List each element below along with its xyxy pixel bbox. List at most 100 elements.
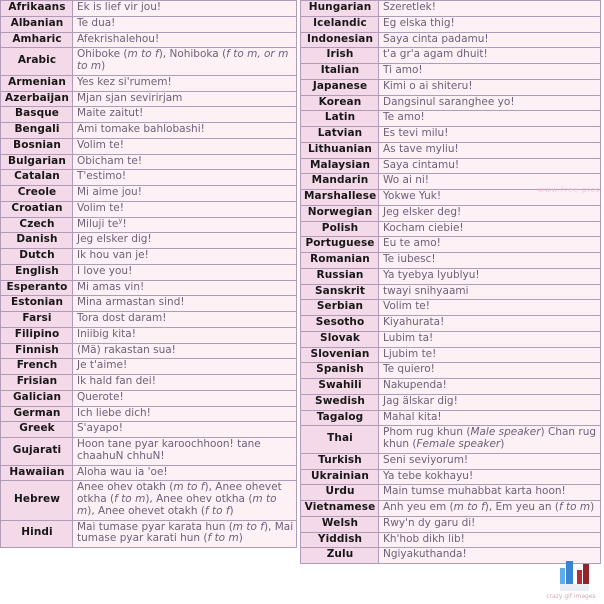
phrase-cell: As tave myliu! (378, 141, 601, 159)
language-name-cell: Yiddish (300, 531, 379, 549)
language-name-cell: Sesotho (300, 315, 379, 332)
language-name-cell: Frisian (0, 374, 73, 391)
table-row: French Je t'aime! (0, 358, 297, 375)
phrase-cell: Mahal kita! (378, 409, 601, 427)
table-row: Sesotho Kiyahurata! (300, 315, 601, 332)
language-name-cell: Hebrew (0, 480, 73, 521)
language-name-cell: Creole (0, 185, 73, 202)
phrase-cell: Je t'aime! (72, 358, 297, 375)
table-row: Slovenian Ljubim te! (300, 346, 601, 364)
language-name-cell: Esperanto (0, 279, 73, 297)
phrase-cell: Ich liebe dich! (72, 405, 297, 423)
table-row: Swedish Jag älskar dig! (300, 393, 601, 411)
phrase-cell: Jag älskar dig! (378, 393, 601, 411)
table-row: Polish Kocham ciebie! (300, 220, 601, 238)
language-table-right-body: Hungarian Szeretlek! Icelandic Eg elska thi… (300, 0, 601, 564)
table-row: Vietnamese Anh yeu em (m to f), Em yeu an… (300, 500, 601, 517)
phrase-cell: Ya tebe kokhayu! (378, 468, 601, 486)
phrase-cell: Ik hou van je! (72, 248, 297, 265)
table-row: Estonian Mina armastan sind! (0, 295, 297, 312)
table-row: Catalan T'estimo! (0, 169, 297, 186)
table-row: Icelandic Eg elska thig! (300, 15, 601, 33)
table-row: Creole Mi aime jou! (0, 185, 297, 202)
table-row: Tagalog Mahal kita! (300, 409, 601, 427)
language-name-cell: Vietnamese (300, 500, 379, 517)
table-row: Malaysian Saya cintamu! (300, 157, 601, 175)
phrase-cell: Tora dost daram! (72, 311, 297, 328)
table-row: Greek S'ayapo! (0, 421, 297, 438)
phrase-cell: Mi amas vin! (72, 279, 297, 297)
table-row: Latin Te amo! (300, 110, 601, 127)
table-row: Spanish Te quiero! (300, 362, 601, 379)
language-name-cell: Serbian (300, 299, 379, 316)
phrase-cell: Mina armastan sind! (72, 295, 297, 312)
table-row: Russian Ya tyebya lyublyu! (300, 267, 601, 285)
phrase-cell: Te iubesc! (378, 252, 601, 269)
table-row: Mandarin Wo ai ni! (300, 173, 601, 190)
language-name-cell: Farsi (0, 311, 73, 328)
phrase-cell: Kimi o ai shiteru! (378, 78, 601, 96)
table-row: Bosnian Volim te! (0, 137, 297, 155)
phrase-cell: Seni seviyorum! (378, 452, 601, 470)
language-name-cell: Armenian (0, 74, 73, 92)
language-name-cell: Estonian (0, 295, 73, 312)
language-name-cell: Afrikaans (0, 0, 73, 17)
table-row: Galician Querote! (0, 389, 297, 407)
language-name-cell: Ukrainian (300, 468, 379, 486)
phrase-cell: Szeretlek! (378, 0, 601, 17)
table-row: Romanian Te iubesc! (300, 252, 601, 269)
phrase-cell: Te quiero! (378, 362, 601, 379)
phrase-cell: Es tevi milu! (378, 126, 601, 143)
phrase-cell: Aloha wau ia 'oe! (72, 464, 297, 482)
table-row: Basque Maite zaitut! (0, 106, 297, 123)
language-name-cell: Tagalog (300, 409, 379, 427)
table-row: Irish t'a gr'a agam dhuit! (300, 47, 601, 64)
table-row: German Ich liebe dich! (0, 405, 297, 423)
language-name-cell: Swedish (300, 393, 379, 411)
phrase-cell: Iniibig kita! (72, 326, 297, 344)
language-name-cell: Polish (300, 220, 379, 238)
language-name-cell: Korean (300, 94, 379, 112)
language-name-cell: Malaysian (300, 157, 379, 175)
table-row: Japanese Kimi o ai shiteru! (300, 78, 601, 96)
table-row: Czech Miluji tey! (0, 217, 297, 234)
phrase-cell: Ohiboke (m to f), Nohiboka (f to m, or m… (72, 47, 297, 76)
language-name-cell: Japanese (300, 78, 379, 96)
table-row: Finnish (Mä) rakastan sua! (0, 342, 297, 360)
phrase-cell: Te amo! (378, 110, 601, 127)
table-row: Norwegian Jeg elsker deg! (300, 204, 601, 222)
table-row: Ukrainian Ya tebe kokhayu! (300, 468, 601, 486)
table-row: Esperanto Mi amas vin! (0, 279, 297, 297)
language-name-cell: Hindi (0, 519, 73, 548)
phrase-cell: Saya cintamu! (378, 157, 601, 175)
language-name-cell: Italian (300, 63, 379, 80)
phrase-cell: Volim te! (72, 137, 297, 155)
language-name-cell: Spanish (300, 362, 379, 379)
table-row: Frisian Ik hald fan dei! (0, 374, 297, 391)
phrase-cell: Mjan sjan sevirirjam (72, 90, 297, 108)
language-name-cell: Bulgarian (0, 153, 73, 171)
language-name-cell: Albanian (0, 15, 73, 33)
phrase-cell: Phom rug khun (Male speaker) Chan rug kh… (378, 425, 601, 454)
language-name-cell: Gujarati (0, 437, 73, 466)
table-row: Afrikaans Ek is lief vir jou! (0, 0, 297, 17)
table-row: Hawaiian Aloha wau ia 'oe! (0, 464, 297, 482)
language-name-cell: Arabic (0, 47, 73, 76)
phrase-cell: Yokwe Yuk! (378, 189, 601, 206)
table-row: Azerbaijan Mjan sjan sevirirjam (0, 90, 297, 108)
language-name-cell: Azerbaijan (0, 90, 73, 108)
phrase-cell: Volim te! (72, 200, 297, 218)
table-row: Dutch Ik hou van je! (0, 248, 297, 265)
phrase-cell: Jeg elsker deg! (378, 204, 601, 222)
phrase-cell: Mi aime jou! (72, 185, 297, 202)
language-name-cell: Romanian (300, 252, 379, 269)
table-row: Bulgarian Obicham te! (0, 153, 297, 171)
language-name-cell: Galician (0, 389, 73, 407)
table-row: Turkish Seni seviyorum! (300, 452, 601, 470)
phrase-cell: Maite zaitut! (72, 106, 297, 123)
phrase-cell: T'estimo! (72, 169, 297, 186)
phrase-cell: Miluji tey! (72, 217, 297, 234)
svg-text:crazy gif images: crazy gif images (546, 593, 595, 600)
table-row: Serbian Volim te! (300, 299, 601, 316)
language-name-cell: Amharic (0, 31, 73, 49)
